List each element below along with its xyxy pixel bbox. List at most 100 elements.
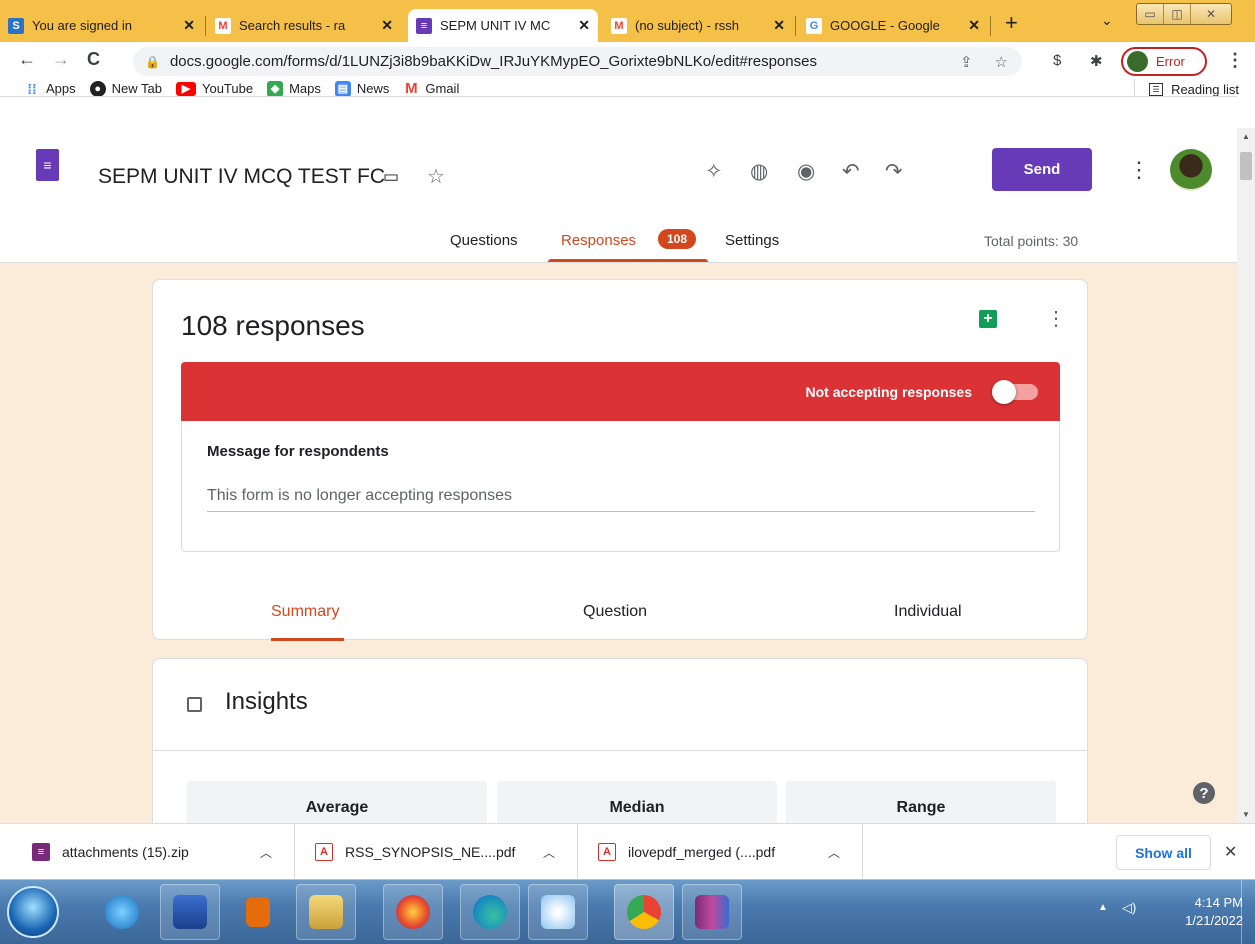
- firefox-icon[interactable]: [383, 884, 443, 940]
- winrar-icon[interactable]: [682, 884, 742, 940]
- chevron-up-icon[interactable]: ︿: [543, 844, 555, 861]
- avatar[interactable]: [1170, 149, 1212, 191]
- tab-close-icon[interactable]: ✕: [381, 17, 393, 34]
- tab-favicon-icon: S: [8, 17, 24, 34]
- message-input[interactable]: This form is no longer accepting respons…: [207, 487, 512, 505]
- scrollbar-thumb[interactable]: [1240, 152, 1252, 180]
- insights-chart-icon: [187, 697, 202, 712]
- sheets-icon[interactable]: +: [979, 310, 997, 328]
- browser-toolbar: ← → C 🔒 docs.google.com/forms/d/1LUNZj3i…: [0, 42, 1255, 99]
- subtab-summary[interactable]: Summary: [271, 603, 339, 621]
- volume-icon[interactable]: ◁): [1122, 900, 1136, 916]
- reading-list-label: Reading list: [1171, 81, 1239, 97]
- more-options-icon[interactable]: ⋮: [1128, 157, 1150, 183]
- responses-heading: 108 responses: [181, 310, 365, 341]
- show-hidden-icons-icon[interactable]: ▲: [1098, 902, 1108, 913]
- message-underline: [207, 511, 1035, 512]
- browser-tab-active[interactable]: ≡ SEPM UNIT IV MC ✕: [408, 9, 598, 42]
- addons-puzzle-icon[interactable]: ✧: [705, 159, 723, 184]
- send-button[interactable]: Send: [992, 148, 1092, 191]
- close-icon[interactable]: ✕: [1224, 842, 1237, 862]
- browser-tab[interactable]: G GOOGLE - Google ✕: [798, 9, 988, 42]
- chevron-up-icon[interactable]: ︿: [260, 844, 272, 861]
- star-icon[interactable]: ☆: [427, 164, 445, 189]
- forward-icon[interactable]: →: [52, 49, 70, 70]
- bookmark-youtube[interactable]: ▶ YouTube: [175, 81, 253, 96]
- downloads-bar: ≡ attachments (15).zip ︿ A RSS_SYNOPSIS_…: [0, 823, 1255, 880]
- tab-title: Search results - ra: [239, 18, 346, 33]
- bookmark-news[interactable]: ▤ News: [334, 80, 389, 97]
- browser-tab[interactable]: M Search results - ra ✕: [207, 9, 401, 42]
- undo-icon[interactable]: ↶: [842, 159, 860, 184]
- tab-responses[interactable]: Responses: [561, 232, 636, 249]
- profile-error-button[interactable]: Error: [1121, 47, 1207, 76]
- tab-close-icon[interactable]: ✕: [773, 17, 785, 34]
- start-button[interactable]: [7, 886, 59, 938]
- tab-close-icon[interactable]: ✕: [578, 17, 590, 34]
- forms-logo-icon[interactable]: ≡: [36, 149, 59, 181]
- file-explorer-icon[interactable]: [296, 884, 356, 940]
- clock[interactable]: 4:14 PM 1/21/2022: [1185, 894, 1243, 930]
- show-desktop-button[interactable]: [1241, 880, 1255, 944]
- redo-icon[interactable]: ↷: [885, 159, 903, 184]
- address-bar[interactable]: 🔒 docs.google.com/forms/d/1LUNZj3i8b9baK…: [133, 47, 1022, 76]
- bookmark-apps[interactable]: ⁞⁞ Apps: [24, 81, 75, 97]
- responses-count-badge: 108: [658, 229, 696, 249]
- edge-icon[interactable]: [460, 884, 520, 940]
- url-text: docs.google.com/forms/d/1LUNZj3i8b9baKKi…: [169, 53, 817, 70]
- subtab-individual[interactable]: Individual: [894, 603, 962, 621]
- reload-icon[interactable]: C: [87, 49, 100, 70]
- more-options-icon[interactable]: ⋮: [1046, 306, 1066, 331]
- tab-search-chevron-icon[interactable]: ⌄: [1101, 12, 1113, 29]
- extensions-puzzle-icon[interactable]: ✱: [1090, 52, 1103, 70]
- bookmark-new-tab[interactable]: ● New Tab: [89, 80, 162, 97]
- chevron-up-icon[interactable]: ︿: [828, 844, 840, 861]
- chrome-icon[interactable]: [614, 884, 674, 940]
- responses-card: 108 responses + ⋮ Not accepting response…: [152, 279, 1088, 641]
- media-player-icon[interactable]: [228, 884, 288, 940]
- form-title[interactable]: SEPM UNIT IV MCQ TEST FC: [98, 165, 385, 189]
- palette-icon[interactable]: ◍: [750, 159, 768, 184]
- message-panel: Message for respondents This form is no …: [181, 421, 1060, 552]
- windows-taskbar: ▲ ◁) 4:14 PM 1/21/2022: [0, 879, 1255, 944]
- close-window-icon[interactable]: ✕: [1191, 4, 1231, 24]
- browser-tab-strip: S You are signed in ✕ M Search results -…: [0, 0, 1255, 42]
- word-icon[interactable]: [160, 884, 220, 940]
- tab-favicon-icon: ≡: [416, 17, 432, 34]
- browser-menu-icon[interactable]: ⋮: [1226, 50, 1244, 71]
- show-all-button[interactable]: Show all: [1116, 835, 1211, 870]
- browser-tab[interactable]: S You are signed in ✕: [0, 9, 203, 42]
- download-item[interactable]: A RSS_SYNOPSIS_NE....pdf ︿: [295, 824, 578, 880]
- stat-median: Median: [497, 781, 777, 823]
- bookmark-star-icon[interactable]: ☆: [995, 53, 1008, 71]
- tab-close-icon[interactable]: ✕: [183, 17, 195, 34]
- paint-icon[interactable]: [528, 884, 588, 940]
- internet-explorer-icon[interactable]: [92, 884, 152, 940]
- back-icon[interactable]: ←: [18, 49, 36, 70]
- page-scrollbar[interactable]: ▲ ▼: [1237, 128, 1255, 823]
- download-item[interactable]: ≡ attachments (15).zip ︿: [0, 824, 295, 880]
- folder-icon[interactable]: ▭: [383, 167, 399, 187]
- bookmark-gmail[interactable]: M Gmail: [403, 80, 459, 97]
- browser-tab[interactable]: M (no subject) - rssh ✕: [603, 9, 793, 42]
- maximize-icon[interactable]: ◫: [1164, 4, 1191, 24]
- minimize-icon[interactable]: ▭: [1137, 4, 1164, 24]
- help-icon[interactable]: ?: [1193, 782, 1215, 804]
- subtab-question[interactable]: Question: [583, 603, 647, 621]
- accepting-responses-toggle[interactable]: [992, 379, 1038, 404]
- tab-close-icon[interactable]: ✕: [968, 17, 980, 34]
- preview-eye-icon[interactable]: ◉: [797, 159, 815, 184]
- new-tab-icon[interactable]: +: [1005, 12, 1018, 34]
- scroll-down-icon[interactable]: ▼: [1242, 810, 1250, 819]
- youtube-icon: ▶: [175, 81, 196, 96]
- scroll-up-icon[interactable]: ▲: [1242, 132, 1250, 141]
- tab-questions[interactable]: Questions: [450, 232, 518, 249]
- profile-error-label: Error: [1156, 54, 1185, 69]
- tab-settings[interactable]: Settings: [725, 232, 779, 249]
- extension-icon[interactable]: $: [1053, 52, 1061, 69]
- forms-page: ≡ SEPM UNIT IV MCQ TEST FC ▭ ☆ ✧ ◍ ◉ ↶ ↷…: [0, 96, 1237, 823]
- tab-title: (no subject) - rssh: [635, 18, 740, 33]
- download-item[interactable]: A ilovepdf_merged (....pdf ︿: [578, 824, 863, 880]
- share-icon[interactable]: ⇪: [960, 53, 973, 71]
- bookmark-maps[interactable]: ◆ Maps: [267, 80, 321, 97]
